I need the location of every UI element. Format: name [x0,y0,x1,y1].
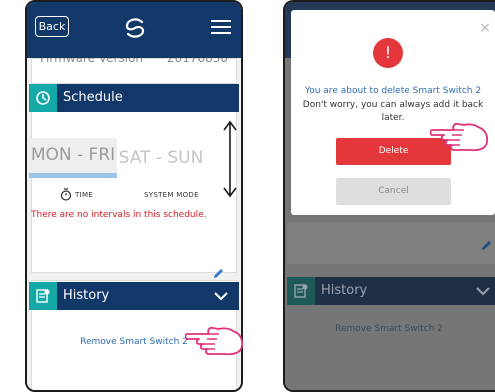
history-title: History [63,288,110,303]
tab-mon-fri[interactable]: MON - FRI [29,138,117,178]
history-header[interactable]: History [29,282,239,310]
empty-schedule-message: There are no intervals in this schedule. [31,210,207,220]
dimmed-history-header: History [287,277,495,305]
dialog-message-line-1: You are about to delete Smart Switch 2 [304,86,482,96]
time-column-header: TIME [75,191,94,199]
hamburger-menu-icon[interactable] [211,20,231,35]
double-arrow-vertical-icon [223,120,237,198]
history-icon [29,282,57,310]
dimmed-remove-link: Remove Smart Switch 2 [335,324,443,334]
day-tabs: MON - FRI SAT - SUN [29,138,239,178]
dimmed-schedule-card [287,222,495,264]
timer-icon [60,188,72,201]
tab-sat-sun[interactable]: SAT - SUN [117,138,205,178]
chevron-down-icon [476,287,490,296]
cancel-button[interactable]: Cancel [336,178,451,205]
history-icon [287,277,315,305]
swirl-logo-icon [125,18,145,38]
system-mode-column-header: SYSTEM MODE [144,191,199,199]
device-info-card: Firmware Version 20170830 [31,51,237,84]
pencil-icon[interactable] [212,267,225,280]
top-bar: Back [27,2,241,58]
pencil-icon [482,241,491,250]
chevron-down-icon[interactable] [213,290,229,302]
alert-icon: ! [373,38,403,68]
schedule-icon [29,84,57,112]
schedule-title: Schedule [63,90,123,105]
close-icon[interactable]: × [479,20,491,36]
schedule-header[interactable]: Schedule [29,84,239,112]
history-title: History [321,283,368,298]
pointing-hand-icon [185,326,244,356]
pointing-hand-icon [430,122,489,152]
back-button[interactable]: Back [35,16,69,37]
schedule-card [31,91,237,273]
dialog-message-line-2: Don't worry, you can always add it back [302,100,484,110]
phone-right: History Remove Smart Switch 2 × ! You ar… [283,0,495,392]
